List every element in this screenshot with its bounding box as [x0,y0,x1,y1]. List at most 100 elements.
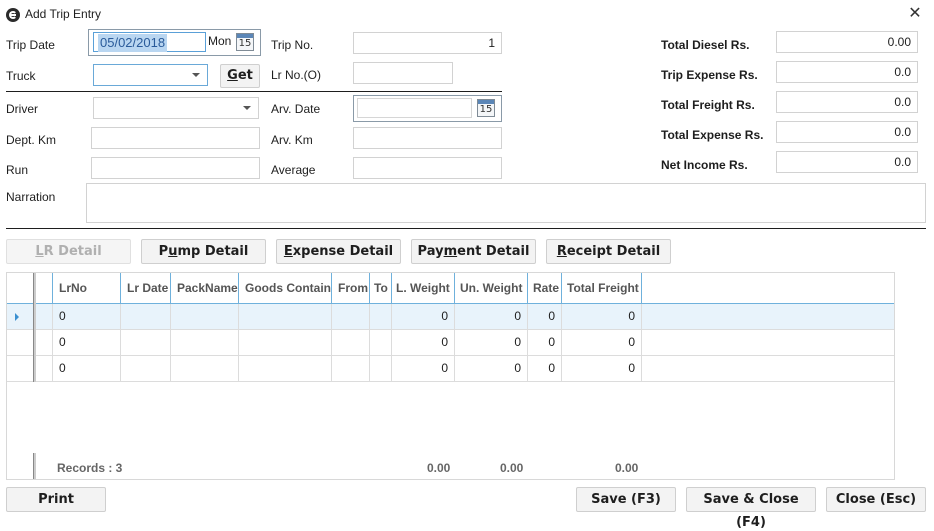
app-logo-icon [6,8,20,22]
cell-lrno[interactable]: 0 [53,356,121,381]
chevron-down-icon[interactable] [192,73,200,77]
col-header-packname[interactable]: PackName [171,273,239,303]
cell-packname[interactable] [171,356,239,381]
receipt-detail-button[interactable]: Receipt Detail [546,239,671,264]
cell-l-weight[interactable]: 0 [392,356,455,381]
narration-input[interactable] [86,183,926,223]
narration-label: Narration [6,190,56,204]
save-close-button[interactable]: Save & Close (F4) [686,487,816,530]
arv-date-picker[interactable]: 15 [353,95,502,122]
cell-goods-contain[interactable] [239,330,332,355]
lr-no-input[interactable] [353,62,453,84]
run-label: Run [6,163,29,177]
cell-l-weight[interactable]: 0 [392,304,455,329]
cell-packname[interactable] [171,330,239,355]
cell-total-freight[interactable]: 0 [562,304,642,329]
cell-total-freight[interactable]: 0 [562,356,642,381]
cell-goods-contain[interactable] [239,304,332,329]
cell-un-weight[interactable]: 0 [455,356,528,381]
cell-from[interactable] [332,356,370,381]
cell-rate[interactable]: 0 [528,304,562,329]
cell-from[interactable] [332,330,370,355]
average-label: Average [271,163,316,177]
close-button[interactable]: Close (Esc) [826,487,926,512]
cell-goods-contain[interactable] [239,356,332,381]
table-row[interactable]: 0 0 0 0 0 [7,356,894,382]
close-icon[interactable]: ✕ [907,6,923,22]
col-header-rate[interactable]: Rate [528,273,562,303]
arv-date-input[interactable] [357,98,472,118]
footer-gutter [33,453,36,479]
driver-combo[interactable] [93,97,259,119]
col-header-lrno[interactable]: LrNo [53,273,121,303]
window-title: Add Trip Entry [25,7,102,21]
trip-date-value: 05/02/2018 [98,34,168,52]
total-freight-label: Total Freight Rs. [661,98,755,112]
current-row-indicator-icon [15,313,19,321]
trip-date-picker[interactable]: 05/02/2018 Mon 15 [88,29,261,56]
cell-rate[interactable]: 0 [528,330,562,355]
trip-no-input[interactable]: 1 [353,32,502,54]
net-income-label: Net Income Rs. [661,158,748,172]
divider [6,91,502,92]
net-income-value[interactable]: 0.0 [776,151,918,173]
divider [6,228,926,229]
arv-km-input[interactable] [353,127,502,149]
trip-expense-value[interactable]: 0.0 [776,61,918,83]
cell-lrno[interactable]: 0 [53,330,121,355]
save-button[interactable]: Save (F3) [576,487,676,512]
calendar-icon[interactable]: 15 [477,99,495,117]
arv-km-label: Arv. Km [271,133,313,147]
expense-detail-button[interactable]: Expense Detail [276,239,401,264]
get-button[interactable]: Get [220,64,260,88]
col-header-from[interactable]: From [332,273,370,303]
trip-no-label: Trip No. [271,38,314,52]
payment-detail-button[interactable]: Payment Detail [411,239,536,264]
trip-date-input[interactable]: 05/02/2018 [93,32,206,52]
truck-combo[interactable] [93,64,208,86]
total-freight-value[interactable]: 0.0 [776,91,918,113]
total-diesel-value[interactable]: 0.00 [776,31,918,53]
print-button[interactable]: Print [6,487,106,512]
run-input[interactable] [91,157,260,179]
dept-km-input[interactable] [91,127,260,149]
cell-un-weight[interactable]: 0 [455,304,528,329]
cell-lr-date[interactable] [121,304,171,329]
truck-label: Truck [6,69,36,83]
cell-l-weight[interactable]: 0 [392,330,455,355]
driver-label: Driver [6,102,38,116]
col-header-un-weight[interactable]: Un. Weight [455,273,528,303]
total-expense-value[interactable]: 0.0 [776,121,918,143]
cell-rate[interactable]: 0 [528,356,562,381]
cell-from[interactable] [332,304,370,329]
col-header-l-weight[interactable]: L. Weight [392,273,455,303]
lr-grid[interactable]: LrNo Lr Date PackName Goods Contain From… [6,272,895,480]
lr-detail-button[interactable]: LR Detail [6,239,131,264]
cell-lr-date[interactable] [121,330,171,355]
cell-to[interactable] [370,356,392,381]
cell-lr-date[interactable] [121,356,171,381]
average-input[interactable] [353,157,502,179]
lr-no-label: Lr No.(O) [271,68,322,82]
records-count: Records : 3 [57,461,123,475]
cell-un-weight[interactable]: 0 [455,330,528,355]
trip-expense-label: Trip Expense Rs. [661,68,758,82]
col-header-to[interactable]: To [370,273,392,303]
col-header-goods-contain[interactable]: Goods Contain [239,273,332,303]
grid-header: LrNo Lr Date PackName Goods Contain From… [7,273,894,304]
cell-to[interactable] [370,330,392,355]
cell-to[interactable] [370,304,392,329]
cell-packname[interactable] [171,304,239,329]
col-header-total-freight[interactable]: Total Freight [562,273,642,303]
pump-detail-button[interactable]: Pump Detail [141,239,266,264]
dept-km-label: Dept. Km [6,133,57,147]
table-row[interactable]: 0 0 0 0 0 [7,304,894,330]
cell-total-freight[interactable]: 0 [562,330,642,355]
table-row[interactable]: 0 0 0 0 0 [7,330,894,356]
un-weight-total: 0.00 [500,461,524,475]
calendar-icon[interactable]: 15 [236,33,254,51]
col-header-lr-date[interactable]: Lr Date [121,273,171,303]
cell-lrno[interactable]: 0 [53,304,121,329]
total-diesel-label: Total Diesel Rs. [661,38,750,52]
chevron-down-icon[interactable] [243,106,251,110]
